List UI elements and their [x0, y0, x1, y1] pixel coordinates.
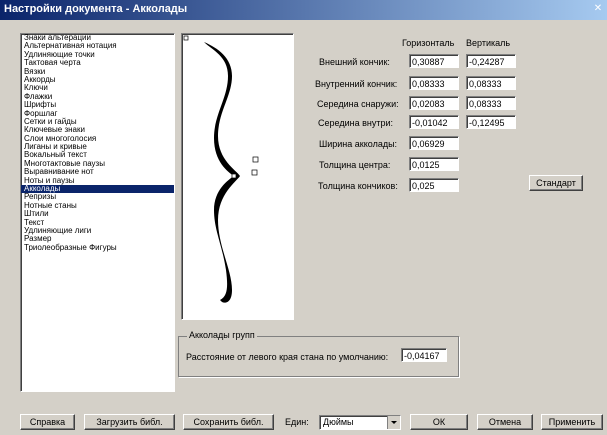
outer-tip-label: Внешний кончик: [319, 57, 390, 67]
default-button[interactable]: Стандарт [529, 175, 583, 191]
load-library-button[interactable]: Загрузить библ. [84, 414, 175, 430]
dialog-window: Настройки документа - Акколады ✕ Знаки а… [0, 0, 607, 435]
tip-thickness-field[interactable]: 0,025 [409, 178, 459, 192]
brace-shape [204, 42, 240, 303]
inner-tip-label: Внутренний кончик: [315, 79, 398, 89]
chevron-down-icon[interactable] [387, 416, 400, 429]
handle-outer-tip [183, 35, 189, 41]
outer-tip-h-field[interactable]: 0,30887 [409, 54, 459, 68]
center-thickness-field[interactable]: 0,0125 [409, 157, 459, 171]
center-thickness-label: Толщина центра: [319, 160, 391, 170]
save-library-button[interactable]: Сохранить библ. [183, 414, 274, 430]
category-item[interactable]: Триолеобразные Фигуры [21, 243, 174, 252]
tip-thickness-label: Толщина кончиков: [318, 181, 398, 191]
inner-tip-h-field[interactable]: 0,08333 [409, 76, 459, 90]
window-title: Настройки документа - Акколады [4, 3, 188, 15]
mid-inside-h-field[interactable]: -0,01042 [409, 115, 459, 129]
inner-tip-v-field[interactable]: 0,08333 [466, 76, 516, 90]
units-label: Един: [285, 417, 309, 427]
outer-tip-v-field[interactable]: -0,24287 [466, 54, 516, 68]
handle-inner-bottom [251, 169, 258, 176]
group-brace-frame: Акколады групп Расстояние от левого края… [178, 330, 459, 377]
units-value: Дюймы [323, 417, 354, 427]
help-button[interactable]: Справка [20, 414, 75, 430]
mid-inside-v-field[interactable]: -0,12495 [466, 115, 516, 129]
units-select[interactable]: Дюймы [319, 415, 401, 430]
cancel-button[interactable]: Отмена [477, 414, 533, 430]
ok-button[interactable]: ОК [410, 414, 468, 430]
brace-preview-image [183, 35, 259, 303]
brace-width-field[interactable]: 0,06929 [409, 136, 459, 150]
mid-outside-v-field[interactable]: 0,08333 [466, 96, 516, 110]
handle-middle [231, 173, 237, 179]
mid-inside-label: Середина внутри: [318, 118, 393, 128]
category-list[interactable]: Знаки альтерации Альтернативная нотация Уд… [20, 33, 175, 392]
close-icon[interactable]: ✕ [591, 2, 605, 16]
group-distance-label: Расстояние от левого края стана по умолч… [186, 352, 389, 362]
handle-inner-top [252, 156, 259, 163]
brace-preview [181, 33, 294, 320]
column-horizontal: Горизонталь [402, 38, 455, 48]
mid-outside-label: Середина снаружи: [317, 99, 399, 109]
mid-outside-h-field[interactable]: 0,02083 [409, 96, 459, 110]
apply-button[interactable]: Применить [541, 414, 603, 430]
title-bar: Настройки документа - Акколады ✕ [0, 0, 607, 20]
brace-width-label: Ширина акколады: [319, 139, 398, 149]
column-vertical: Вертикаль [466, 38, 511, 48]
group-legend: Акколады групп [187, 330, 257, 340]
group-distance-field[interactable]: -0,04167 [401, 348, 447, 362]
